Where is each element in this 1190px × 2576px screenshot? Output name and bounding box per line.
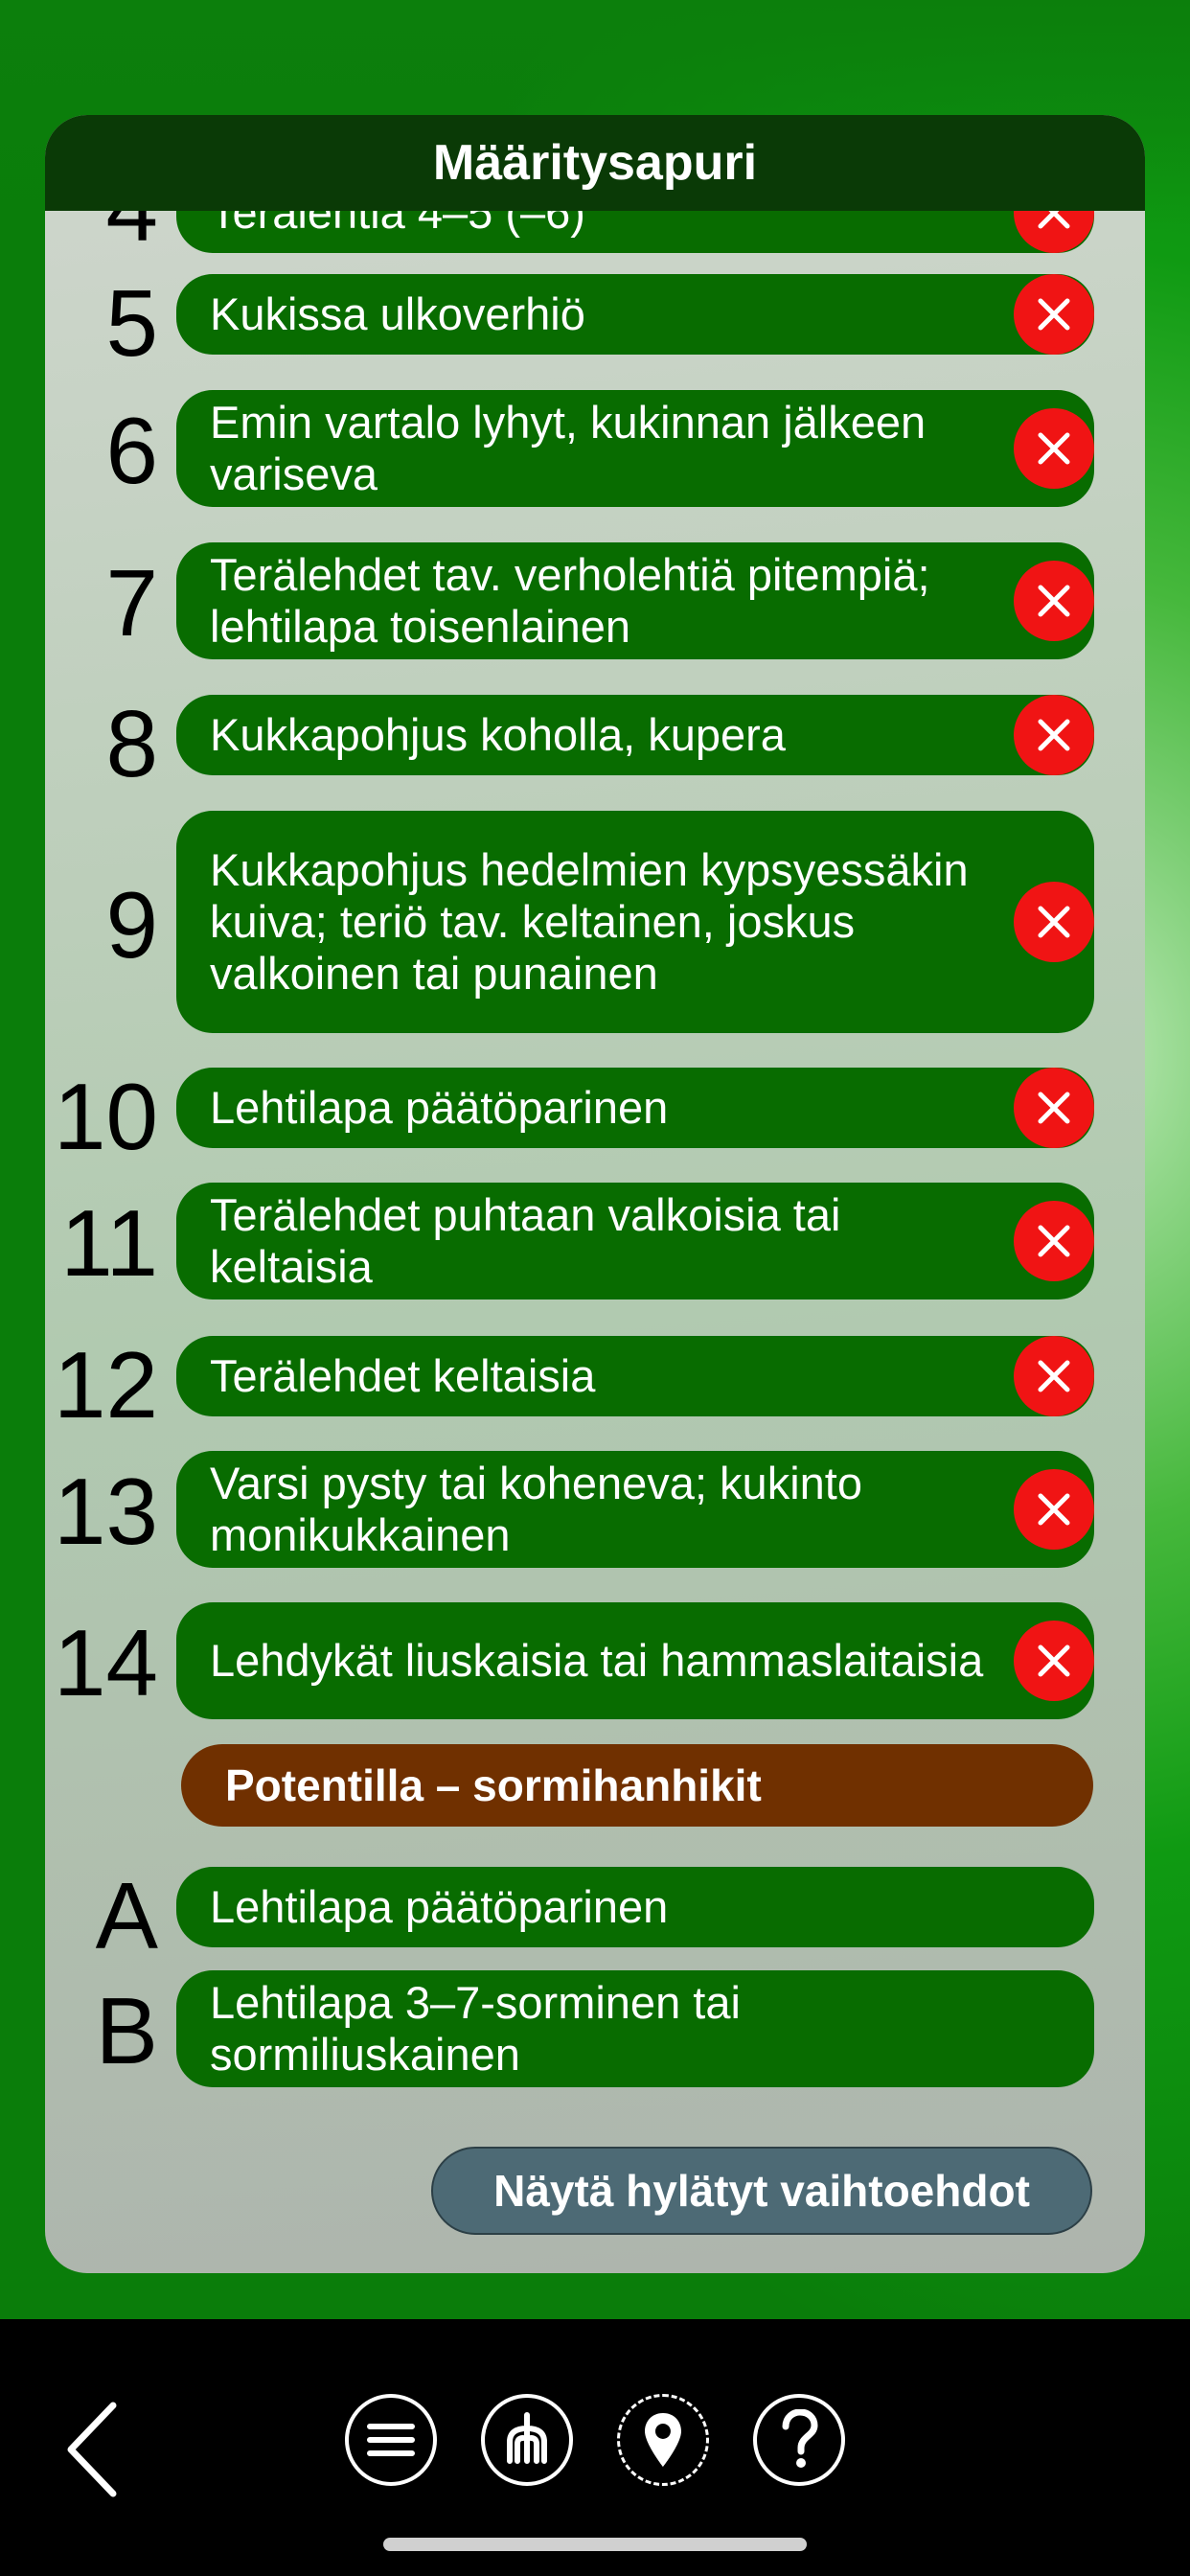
step-row: 7 Terälehdet tav. verholehtiä pitempiä; … (45, 542, 1145, 659)
step-number: 8 (105, 691, 158, 796)
step-number: 10 (53, 1064, 158, 1169)
step-row: 11 Terälehdet puhtaan valkoisia tai kelt… (45, 1183, 1145, 1300)
step-pill[interactable]: Terälehdet keltaisia (176, 1336, 1094, 1416)
key-tree-icon (507, 2412, 547, 2464)
remove-step-button[interactable] (1014, 274, 1094, 355)
step-text: Lehdykät liuskaisia tai hammaslaitaisia (210, 1635, 984, 1686)
choice-pill[interactable]: Lehtilapa 3–7-sorminen tai sormiliuskain… (176, 1970, 1094, 2087)
key-tree-button[interactable] (481, 2394, 573, 2486)
step-pill[interactable]: Varsi pysty tai koheneva; kukinto moniku… (176, 1451, 1094, 1568)
step-text: Emin vartalo lyhyt, kukinnan jälkeen var… (210, 397, 927, 499)
step-number: 12 (53, 1332, 158, 1438)
step-row: 12 Terälehdet keltaisia (45, 1336, 1145, 1432)
close-icon (1038, 298, 1070, 331)
remove-step-button[interactable] (1014, 1621, 1094, 1701)
back-button[interactable] (63, 2402, 121, 2497)
step-text: Terälehdet tav. verholehtiä pitempiä; le… (210, 549, 930, 652)
menu-button[interactable] (345, 2394, 437, 2486)
remove-step-button[interactable] (1014, 695, 1094, 775)
close-icon (1038, 1493, 1070, 1526)
step-text: Varsi pysty tai koheneva; kukinto moniku… (210, 1458, 862, 1560)
step-number: 7 (105, 550, 158, 656)
remove-step-button[interactable] (1014, 1469, 1094, 1550)
remove-step-button[interactable] (1014, 561, 1094, 641)
step-text: Lehtilapa päätöparinen (210, 1082, 669, 1133)
choice-row: A Lehtilapa päätöparinen (45, 1867, 1145, 1963)
step-text: Kukkapohjus hedelmien kypsyessäkin kuiva… (210, 844, 969, 999)
remove-step-button[interactable] (1014, 1068, 1094, 1148)
step-text: Teräleh­tiä 4–5 (–6) (210, 211, 585, 238)
remove-step-button[interactable] (1014, 408, 1094, 489)
choice-row: B Lehtilapa 3–7-sorminen tai sormiliuska… (45, 1970, 1145, 2087)
close-icon (1038, 432, 1070, 465)
step-number: 13 (53, 1459, 158, 1564)
step-number: 4 (105, 211, 158, 255)
step-text: Terälehdet puhtaan valkoisia tai keltais… (210, 1189, 841, 1292)
choice-letter: A (95, 1863, 158, 1968)
step-row: 8 Kukkapohjus koholla, kupera (45, 695, 1145, 791)
steps-list[interactable]: 4 Teräleh­tiä 4–5 (–6) 5 Kukissa ulkover… (45, 211, 1145, 2273)
genus-label: Potentilla – sormihanhikit (225, 1760, 762, 1810)
step-number: 5 (105, 270, 158, 376)
step-pill[interactable]: Lehdykät liuskaisia tai hammaslaitaisia (176, 1602, 1094, 1719)
show-rejected-button[interactable]: Näytä hylätyt vaihtoehdot (431, 2147, 1092, 2235)
remove-step-button[interactable] (1014, 1201, 1094, 1281)
step-pill[interactable]: Teräleh­tiä 4–5 (–6) (176, 211, 1094, 253)
back-chevron-icon (67, 2402, 117, 2497)
step-number: 14 (53, 1610, 158, 1715)
step-pill[interactable]: Kukissa ulkoverhiö (176, 274, 1094, 355)
step-row: 13 Varsi pysty tai koheneva; kukinto mon… (45, 1451, 1145, 1568)
close-icon (1038, 906, 1070, 938)
home-indicator[interactable] (383, 2538, 807, 2551)
step-row: 9 Kukkapohjus hedelmien kypsyessäkin kui… (45, 811, 1145, 1033)
step-pill[interactable]: Kukkapohjus hedelmien kypsyessäkin kuiva… (176, 811, 1094, 1033)
choice-text: Lehtilapa päätöparinen (210, 1881, 669, 1932)
remove-step-button[interactable] (1014, 882, 1094, 962)
step-pill[interactable]: Terälehdet puhtaan valkoisia tai keltais… (176, 1183, 1094, 1300)
menu-icon (367, 2424, 415, 2456)
step-text: Terälehdet keltaisia (210, 1350, 596, 1401)
panel-header: Määritysapuri (45, 115, 1145, 211)
step-text: Kukissa ulkoverhiö (210, 288, 585, 339)
step-pill[interactable]: Lehtilapa päätöparinen (176, 1068, 1094, 1148)
step-row: 4 Teräleh­tiä 4–5 (–6) (45, 211, 1145, 255)
bottom-toolbar (0, 2319, 1190, 2576)
close-icon (1038, 585, 1070, 617)
help-button[interactable] (753, 2394, 845, 2486)
choice-text: Lehtilapa 3–7-sorminen tai sormiliuskain… (210, 1977, 741, 2080)
location-pin-icon (645, 2413, 681, 2467)
remove-step-button[interactable] (1014, 211, 1094, 253)
location-button[interactable] (617, 2394, 709, 2486)
step-number: 11 (60, 1190, 158, 1296)
close-icon (1038, 719, 1070, 751)
step-row: 6 Emin vartalo lyhyt, kukinnan jälkeen v… (45, 390, 1145, 507)
close-icon (1038, 1225, 1070, 1257)
close-icon (1038, 1644, 1070, 1677)
step-pill[interactable]: Terälehdet tav. verholehtiä pitempiä; le… (176, 542, 1094, 659)
close-icon (1038, 1360, 1070, 1392)
step-pill[interactable]: Emin vartalo lyhyt, kukinnan jälkeen var… (176, 390, 1094, 507)
step-text: Kukkapohjus koholla, kupera (210, 709, 786, 760)
step-pill[interactable]: Kukkapohjus koholla, kupera (176, 695, 1094, 775)
choice-pill[interactable]: Lehtilapa päätöparinen (176, 1867, 1094, 1947)
step-number: 6 (105, 398, 158, 503)
step-row: 10 Lehtilapa päätöparinen (45, 1068, 1145, 1163)
choice-letter: B (95, 1978, 158, 2083)
close-icon (1038, 1092, 1070, 1124)
close-icon (1038, 211, 1070, 229)
remove-step-button[interactable] (1014, 1336, 1094, 1416)
step-row: 14 Lehdykät liuskaisia tai hammaslaitais… (45, 1602, 1145, 1719)
help-icon (782, 2409, 818, 2468)
page-title: Määritysapuri (432, 135, 758, 191)
step-row: 5 Kukissa ulkoverhiö (45, 274, 1145, 370)
step-number: 9 (105, 872, 158, 978)
genus-heading[interactable]: Potentilla – sormihanhikit (181, 1744, 1093, 1827)
identification-panel: Määritysapuri 4 Teräleh­tiä 4–5 (–6) 5 K… (45, 115, 1145, 2273)
